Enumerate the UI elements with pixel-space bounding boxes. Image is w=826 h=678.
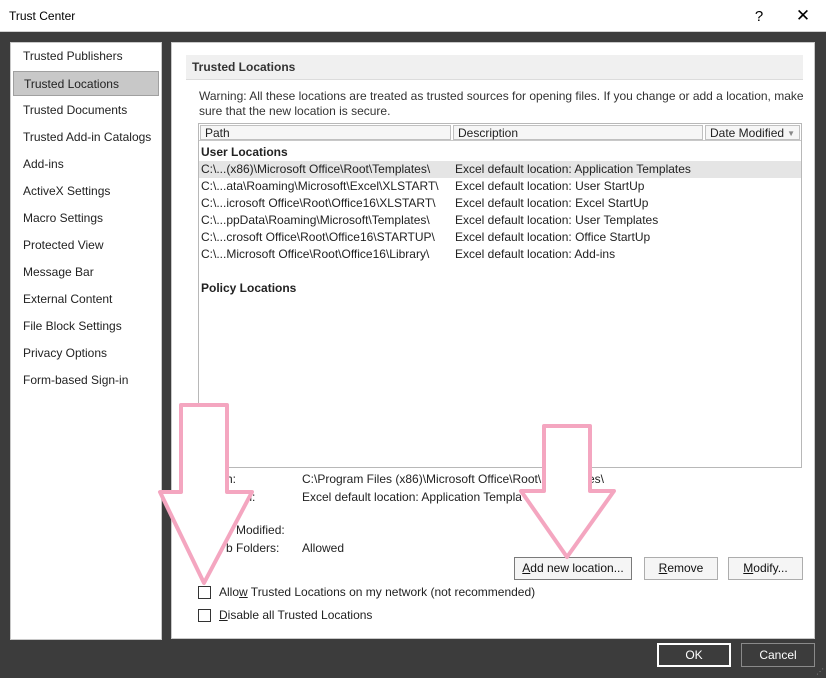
sort-arrow-icon: ▼	[787, 129, 795, 138]
detail-subfolders-label: b Folders:	[226, 541, 280, 555]
detail-description-label: ption:	[226, 490, 256, 504]
warning-text: Warning: All these locations are treated…	[199, 89, 804, 118]
add-new-location-button[interactable]: Add new location...	[514, 557, 632, 580]
table-header: Path Description Date Modified ▼	[199, 124, 801, 141]
help-button[interactable]: ?	[736, 0, 782, 32]
column-header-description-label: Description	[458, 126, 519, 140]
resize-grip-icon[interactable]: ⋰	[816, 667, 824, 676]
row-description: Excel default location: Office StartUp	[455, 230, 651, 244]
detail-date-modified-label: e Modified:	[226, 523, 285, 537]
section-title: Trusted Locations	[186, 55, 803, 80]
sidebar-item-trusted-documents[interactable]: Trusted Documents	[13, 98, 159, 123]
row-path: C:\...ata\Roaming\Microsoft\Excel\XLSTAR…	[201, 179, 439, 193]
column-header-description[interactable]: Description	[453, 125, 703, 140]
sidebar-item-addins[interactable]: Add-ins	[13, 152, 159, 177]
sidebar-item-macro-settings[interactable]: Macro Settings	[13, 206, 159, 231]
table-row[interactable]: C:\...Microsoft Office\Root\Office16\Lib…	[199, 246, 801, 263]
sidebar-item-privacy-options[interactable]: Privacy Options	[13, 341, 159, 366]
allow-network-locations-row[interactable]: Allow Trusted Locations on my network (n…	[198, 584, 535, 600]
locations-table[interactable]: Path Description Date Modified ▼ User Loc…	[198, 123, 802, 468]
table-row[interactable]: C:\...ata\Roaming\Microsoft\Excel\XLSTAR…	[199, 178, 801, 195]
detail-path-label: h:	[226, 472, 237, 486]
sidebar-item-trusted-publishers[interactable]: Trusted Publishers	[13, 44, 159, 69]
row-description: Excel default location: User Templates	[455, 213, 659, 227]
ok-button[interactable]: OK	[657, 643, 731, 667]
row-description: Excel default location: User StartUp	[455, 179, 645, 193]
detail-path-value-tail: es\	[588, 472, 605, 486]
row-path: C:\...(x86)\Microsoft Office\Root\Templa…	[201, 162, 431, 176]
table-row[interactable]: C:\...crosoft Office\Root\Office16\START…	[199, 229, 801, 246]
row-description: Excel default location: Add-ins	[455, 247, 616, 261]
table-row[interactable]: C:\...icrosoft Office\Root\Office16\XLST…	[199, 195, 801, 212]
table-row[interactable]: C:\...ppData\Roaming\Microsoft\Templates…	[199, 212, 801, 229]
row-path: C:\...crosoft Office\Root\Office16\START…	[201, 230, 435, 244]
sidebar-item-trusted-addin-catalogs[interactable]: Trusted Add-in Catalogs	[13, 125, 159, 150]
row-description: Excel default location: Excel StartUp	[455, 196, 649, 210]
allow-network-checkbox[interactable]	[198, 585, 211, 599]
close-button[interactable]: ✕	[780, 0, 826, 32]
column-header-date-label: Date Modified	[710, 126, 785, 140]
disable-all-label: Disable all Trusted Locations	[219, 608, 373, 622]
column-header-path-label: Path	[205, 126, 230, 140]
cancel-button[interactable]: Cancel	[741, 643, 815, 667]
user-locations-label: User Locations	[201, 145, 288, 159]
policy-locations-label: Policy Locations	[201, 281, 297, 295]
detail-path-value: C:\Program Files (x86)\Microsoft Office\…	[302, 472, 542, 486]
sidebar-item-protected-view[interactable]: Protected View	[13, 233, 159, 258]
detail-subfolders-value: Allowed	[302, 541, 345, 555]
sidebar-item-form-based-sign-in[interactable]: Form-based Sign-in	[13, 368, 159, 393]
column-header-path[interactable]: Path	[200, 125, 451, 140]
title-bar: Trust Center ? ✕	[0, 0, 826, 32]
row-path: C:\...icrosoft Office\Root\Office16\XLST…	[201, 196, 436, 210]
modify-button[interactable]: Modify...	[728, 557, 803, 580]
disable-all-locations-row[interactable]: Disable all Trusted Locations	[198, 607, 372, 623]
window-title: Trust Center	[9, 9, 76, 23]
sidebar-item-external-content[interactable]: External Content	[13, 287, 159, 312]
sidebar-item-trusted-locations[interactable]: Trusted Locations	[13, 71, 159, 96]
row-description: Excel default location: Application Temp…	[455, 162, 691, 176]
column-header-date-modified[interactable]: Date Modified ▼	[705, 125, 800, 140]
row-path: C:\...Microsoft Office\Root\Office16\Lib…	[201, 247, 430, 261]
sidebar-item-message-bar[interactable]: Message Bar	[13, 260, 159, 285]
disable-all-checkbox[interactable]	[198, 608, 211, 622]
detail-description-value: Excel default location: Application Temp…	[302, 490, 522, 504]
sidebar-item-activex-settings[interactable]: ActiveX Settings	[13, 179, 159, 204]
main-panel: Trusted Locations Warning: All these loc…	[171, 42, 815, 639]
table-row[interactable]: C:\...(x86)\Microsoft Office\Root\Templa…	[199, 161, 801, 178]
remove-button[interactable]: Remove	[644, 557, 718, 580]
row-path: C:\...ppData\Roaming\Microsoft\Templates…	[201, 213, 430, 227]
allow-network-label: Allow Trusted Locations on my network (n…	[219, 585, 536, 599]
sidebar: Trusted Publishers Trusted Locations Tru…	[10, 42, 162, 640]
sidebar-item-file-block-settings[interactable]: File Block Settings	[13, 314, 159, 339]
